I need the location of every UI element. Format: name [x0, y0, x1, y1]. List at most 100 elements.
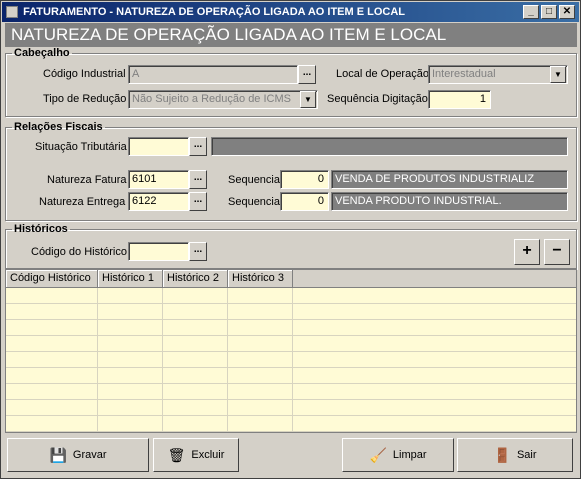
table-cell-filler — [293, 320, 576, 336]
maximize-button[interactable]: □ — [541, 5, 557, 19]
table-cell-filler — [293, 288, 576, 304]
tipo-reducao-select[interactable]: Não Sujeito a Redução de ICMS — [128, 90, 318, 109]
sair-button[interactable]: 🚪 Sair — [457, 438, 573, 472]
table-cell[interactable] — [98, 352, 163, 368]
table-cell[interactable] — [6, 416, 98, 432]
table-cell-filler — [293, 400, 576, 416]
gravar-label: Gravar — [72, 449, 107, 461]
table-row[interactable] — [6, 352, 576, 368]
table-cell[interactable] — [98, 320, 163, 336]
table-cell[interactable] — [6, 352, 98, 368]
remove-historico-button[interactable]: − — [544, 239, 570, 265]
table-row[interactable] — [6, 288, 576, 304]
natureza-fatura-lookup-button[interactable]: ... — [189, 170, 207, 189]
table-cell[interactable] — [98, 416, 163, 432]
natureza-entrega-field[interactable]: 6122 — [128, 192, 189, 211]
sequencia-digitacao-field[interactable]: 1 — [428, 90, 491, 109]
table-cell[interactable] — [163, 320, 228, 336]
close-button[interactable]: ✕ — [559, 5, 575, 19]
table-cell[interactable] — [6, 304, 98, 320]
relacoes-fiscais-legend: Relações Fiscais — [14, 121, 103, 133]
historicos-legend: Históricos — [14, 223, 68, 235]
excluir-label: Excluir — [191, 449, 225, 461]
codigo-historico-field[interactable] — [128, 242, 189, 261]
table-row[interactable] — [6, 336, 576, 352]
table-cell[interactable] — [228, 304, 293, 320]
natureza-entrega-lookup-button[interactable]: ... — [189, 192, 207, 211]
col-historico-1[interactable]: Histórico 1 — [98, 270, 163, 287]
table-cell[interactable] — [228, 384, 293, 400]
table-cell[interactable] — [228, 320, 293, 336]
situacao-tributaria-lookup-button[interactable]: ... — [189, 137, 207, 156]
entrega-sequencia-field[interactable]: 0 — [280, 192, 329, 211]
table-cell[interactable] — [98, 336, 163, 352]
title-bar: FATURAMENTO - NATUREZA DE OPERAÇÃO LIGAD… — [2, 2, 579, 22]
chevron-down-icon[interactable]: ▼ — [300, 91, 316, 108]
natureza-entrega-label: Natureza Entrega — [39, 196, 126, 208]
col-historico-3[interactable]: Histórico 3 — [228, 270, 293, 287]
codigo-industrial-label: Código Industrial — [43, 68, 126, 80]
minimize-button[interactable]: _ — [523, 5, 539, 19]
table-cell[interactable] — [163, 400, 228, 416]
table-cell[interactable] — [163, 336, 228, 352]
natureza-fatura-field[interactable]: 6101 — [128, 170, 189, 189]
table-cell[interactable] — [163, 416, 228, 432]
table-cell-filler — [293, 336, 576, 352]
table-cell[interactable] — [163, 352, 228, 368]
app-icon — [6, 6, 18, 19]
situacao-tributaria-field[interactable] — [128, 137, 189, 156]
table-row[interactable] — [6, 304, 576, 320]
codigo-industrial-field[interactable]: A — [128, 65, 298, 84]
table-cell[interactable] — [98, 368, 163, 384]
table-row[interactable] — [6, 368, 576, 384]
chevron-down-icon[interactable]: ▼ — [550, 66, 566, 83]
table-cell[interactable] — [163, 368, 228, 384]
table-cell[interactable] — [228, 352, 293, 368]
main-window: FATURAMENTO - NATUREZA DE OPERAÇÃO LIGAD… — [0, 0, 581, 479]
table-cell[interactable] — [98, 384, 163, 400]
codigo-industrial-lookup-button[interactable]: ... — [298, 65, 316, 84]
table-cell[interactable] — [98, 400, 163, 416]
sair-label: Sair — [516, 449, 537, 461]
local-operacao-label: Local de Operação — [336, 68, 429, 80]
fatura-sequencia-field[interactable]: 0 — [280, 170, 329, 189]
gravar-button[interactable]: 💾 Gravar — [7, 438, 149, 472]
table-header: Código Histórico Histórico 1 Histórico 2… — [6, 270, 576, 288]
table-cell[interactable] — [163, 304, 228, 320]
table-cell[interactable] — [6, 384, 98, 400]
table-cell[interactable] — [98, 304, 163, 320]
table-cell[interactable] — [228, 336, 293, 352]
table-row[interactable] — [6, 320, 576, 336]
table-cell[interactable] — [228, 416, 293, 432]
table-cell[interactable] — [6, 336, 98, 352]
table-cell-filler — [293, 368, 576, 384]
add-historico-button[interactable]: + — [514, 239, 540, 265]
table-cell[interactable] — [6, 400, 98, 416]
table-cell[interactable] — [98, 288, 163, 304]
table-row[interactable] — [6, 384, 576, 400]
table-cell[interactable] — [163, 288, 228, 304]
historicos-table[interactable]: Código Histórico Histórico 1 Histórico 2… — [5, 269, 577, 433]
col-codigo-historico[interactable]: Código Histórico — [6, 270, 98, 287]
trash-icon: 🗑 — [167, 446, 186, 463]
situacao-tributaria-description — [211, 137, 568, 156]
table-cell[interactable] — [163, 384, 228, 400]
limpar-button[interactable]: 🧹 Limpar — [342, 438, 454, 472]
table-cell[interactable] — [6, 368, 98, 384]
entrega-sequencia-label: Sequencia — [228, 196, 280, 208]
col-filler — [293, 270, 576, 287]
table-cell[interactable] — [228, 288, 293, 304]
table-body — [6, 288, 576, 432]
table-cell[interactable] — [6, 288, 98, 304]
table-row[interactable] — [6, 416, 576, 432]
local-operacao-select[interactable]: Interestadual — [428, 65, 568, 84]
table-cell[interactable] — [6, 320, 98, 336]
excluir-button[interactable]: 🗑 Excluir — [153, 438, 239, 472]
col-historico-2[interactable]: Histórico 2 — [163, 270, 228, 287]
table-cell[interactable] — [228, 368, 293, 384]
fatura-sequencia-label: Sequencia — [228, 174, 280, 186]
table-cell[interactable] — [228, 400, 293, 416]
table-row[interactable] — [6, 400, 576, 416]
codigo-historico-lookup-button[interactable]: ... — [189, 242, 207, 261]
natureza-fatura-description: VENDA DE PRODUTOS INDUSTRIALIZ — [331, 170, 568, 189]
